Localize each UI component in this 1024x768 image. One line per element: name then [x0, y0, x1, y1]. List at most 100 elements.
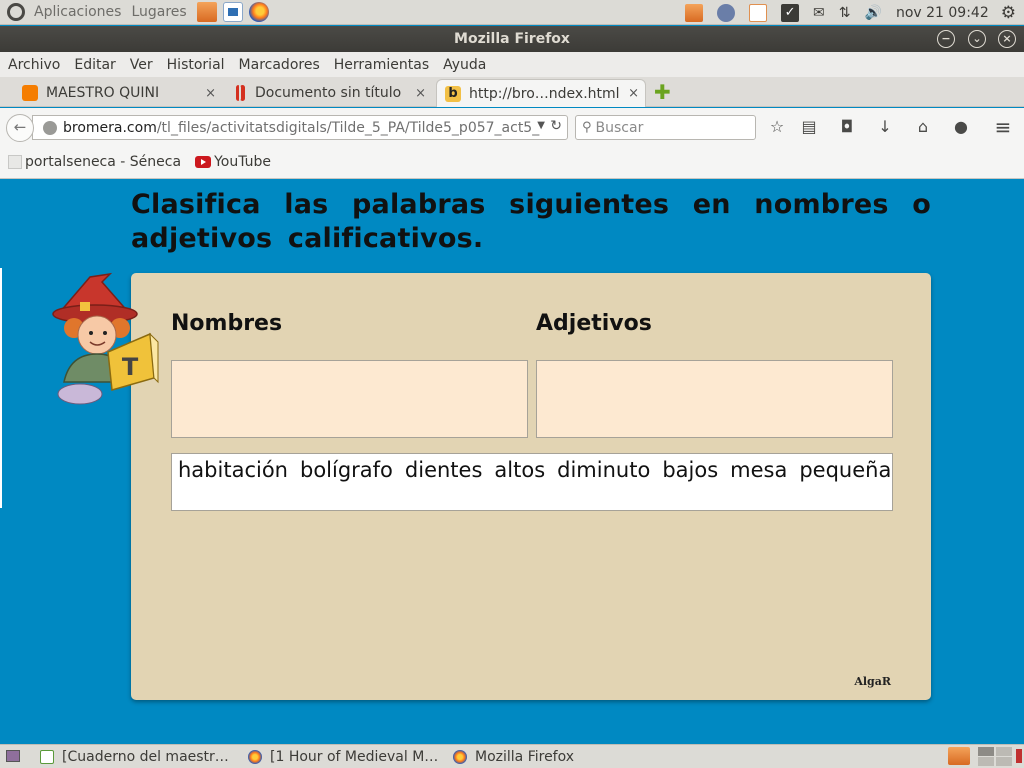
word-dientes[interactable]: dientes [405, 458, 483, 482]
activity-instruction: Clasifica las palabras siguientes en nom… [131, 189, 931, 254]
spark-tray-icon[interactable] [749, 3, 768, 22]
mail-icon[interactable]: ✉ [813, 5, 825, 21]
top-panel: Aplicaciones Lugares ✓ ✉ ⇅ 🔊 nov 21 09:4… [0, 0, 1024, 25]
show-desktop-icon[interactable] [6, 750, 20, 762]
close-window-button[interactable]: × [998, 30, 1016, 48]
volume-icon[interactable]: 🔊 [865, 5, 882, 21]
word-boligrafo[interactable]: bolígrafo [300, 458, 393, 482]
nombres-heading: Nombres [171, 311, 283, 336]
ubuntu-logo-icon[interactable] [7, 3, 25, 21]
firefox-launcher-icon[interactable] [248, 2, 269, 22]
word-mesa[interactable]: mesa [730, 458, 787, 482]
trash-indicator-icon[interactable] [1016, 749, 1022, 763]
history-dropdown-icon[interactable]: ▼ [534, 120, 545, 131]
clock[interactable]: nov 21 09:42 [896, 5, 989, 21]
menu-bar: Archivo Editar Ver Historial Marcadores … [0, 52, 1024, 77]
new-tab-plus-icon[interactable]: ✚ [654, 82, 671, 102]
search-input[interactable] [595, 119, 746, 136]
files-launcher-icon[interactable] [196, 2, 217, 22]
tab-label: Documento sin título [255, 85, 402, 101]
network-icon[interactable]: ⇅ [839, 5, 851, 21]
bookmark-portalseneca[interactable]: portalseneca - Séneca [8, 154, 181, 170]
publisher-logo: AlgaR [854, 675, 891, 688]
reader-view-icon[interactable]: ▤ [799, 117, 819, 137]
svg-text:T: T [122, 353, 139, 381]
navigation-bar: bromera.com /tl_files/activitatsdigitals… [0, 108, 1024, 146]
system-gear-icon[interactable]: ⚙ [1001, 3, 1016, 23]
taskbar-label: [1 Hour of Medieval M… [270, 749, 439, 765]
back-button[interactable]: ← [6, 114, 34, 142]
menu-archivo[interactable]: Archivo [8, 57, 60, 73]
taskbar-label: [Cuaderno del maestr… [62, 749, 229, 765]
workspace-2[interactable] [996, 747, 1012, 756]
blogger-icon [22, 85, 38, 101]
url-bar[interactable]: bromera.com /tl_files/activitatsdigitals… [32, 115, 568, 140]
youtube-icon [195, 156, 212, 168]
search-bar[interactable]: ⚲ [575, 115, 756, 140]
tab-maestro-quini[interactable]: MAESTRO QUINI × [22, 79, 222, 107]
workspace-4[interactable] [996, 757, 1012, 766]
word-altos[interactable]: altos [494, 458, 545, 482]
taskbar-item-medieval[interactable]: [1 Hour of Medieval M… [248, 747, 438, 767]
adjetivos-heading: Adjetivos [536, 311, 652, 336]
tab-close-icon[interactable]: × [415, 86, 426, 101]
tasks-check-icon[interactable]: ✓ [781, 3, 800, 22]
firefox-icon [248, 750, 262, 764]
google-docs-icon [236, 85, 241, 101]
tab-close-icon[interactable]: × [628, 86, 639, 101]
tab-close-icon[interactable]: × [205, 86, 216, 101]
page-icon [8, 155, 22, 169]
left-edge-strip [0, 268, 2, 508]
adjetivos-drop-zone[interactable] [536, 360, 893, 438]
nombres-drop-zone[interactable] [171, 360, 528, 438]
word-pequena[interactable]: pequeña [799, 458, 891, 482]
window-title-bar: Mozilla Firefox − ⌄ × [0, 26, 1024, 52]
witch-reading-mascot-icon: T [52, 272, 159, 405]
page-content: Clasifica las palabras siguientes en nom… [0, 180, 1024, 744]
word-habitacion[interactable]: habitación [178, 458, 288, 482]
taskbar-item-cuaderno[interactable]: [Cuaderno del maestr… [40, 747, 229, 767]
menu-herramientas[interactable]: Herramientas [334, 57, 429, 73]
menu-ver[interactable]: Ver [130, 57, 153, 73]
menu-editar[interactable]: Editar [74, 57, 115, 73]
menu-ayuda[interactable]: Ayuda [443, 57, 486, 73]
tab-bromera-active[interactable]: b http://bro…ndex.html × [436, 79, 646, 107]
taskbar-label: Mozilla Firefox [475, 749, 575, 765]
document-launcher-icon[interactable] [222, 2, 243, 22]
minimize-button[interactable]: − [937, 30, 955, 48]
spreadsheet-icon [40, 750, 54, 764]
tab-documento-sin-titulo[interactable]: Documento sin título × [236, 79, 432, 107]
reload-icon[interactable]: ↻ [550, 118, 562, 134]
menu-marcadores[interactable]: Marcadores [239, 57, 320, 73]
activity-panel: Nombres Adjetivos habitación bolígrafo d… [131, 273, 931, 700]
url-domain: bromera.com [63, 119, 157, 136]
bookmark-label: YouTube [214, 154, 271, 170]
applications-menu[interactable]: Aplicaciones [34, 4, 121, 20]
workspace-3[interactable] [978, 757, 994, 766]
trash-folder-icon[interactable] [948, 747, 970, 765]
files-tray-icon[interactable] [685, 3, 704, 22]
tab-label: MAESTRO QUINI [46, 85, 160, 101]
maximize-button[interactable]: ⌄ [968, 30, 986, 48]
taskbar-item-firefox[interactable]: Mozilla Firefox [453, 747, 574, 767]
download-icon[interactable]: ↓ [875, 117, 895, 137]
home-icon[interactable]: ⌂ [913, 117, 933, 137]
word-diminuto[interactable]: diminuto [557, 458, 650, 482]
people-tray-icon[interactable] [717, 3, 736, 22]
menu-historial[interactable]: Historial [167, 57, 225, 73]
url-path: /tl_files/activitatsdigitals/Tilde_5_PA/… [156, 119, 540, 136]
workspace-1[interactable] [978, 747, 994, 756]
word-bajos[interactable]: bajos [662, 458, 718, 482]
chat-icon[interactable]: ● [951, 117, 971, 137]
globe-icon [43, 120, 57, 135]
pocket-icon[interactable]: ◘ [837, 117, 857, 137]
bookmark-label: portalseneca - Séneca [25, 154, 182, 170]
word-bank: habitación bolígrafo dientes altos dimin… [171, 453, 893, 511]
bookmark-star-icon[interactable]: ☆ [767, 117, 787, 137]
search-icon: ⚲ [582, 120, 592, 135]
hamburger-menu-icon[interactable]: ≡ [993, 117, 1013, 137]
bookmark-youtube[interactable]: YouTube [195, 154, 271, 170]
places-menu[interactable]: Lugares [131, 4, 186, 20]
tab-strip: MAESTRO QUINI × Documento sin título × b… [0, 77, 1024, 107]
bookmarks-toolbar: portalseneca - Séneca YouTube [0, 146, 1024, 179]
